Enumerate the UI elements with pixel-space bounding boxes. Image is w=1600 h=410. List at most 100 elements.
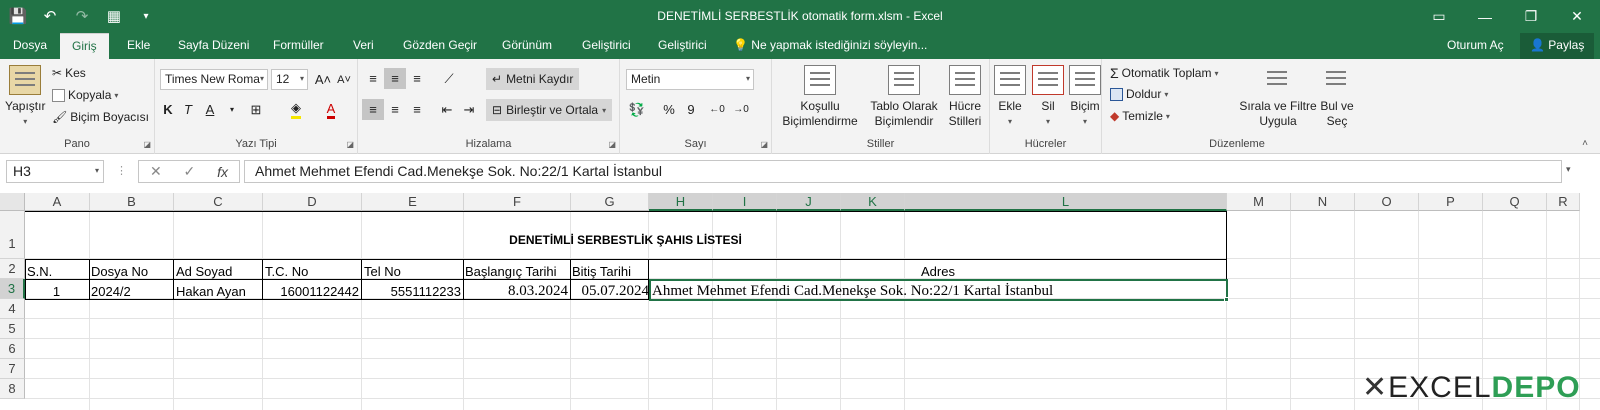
decrease-decimal-button[interactable]: →0: [730, 99, 752, 120]
number-format-select[interactable]: Metin ▾: [626, 69, 754, 90]
row-header-3[interactable]: 3: [0, 279, 25, 299]
row-header-7[interactable]: 7: [0, 359, 25, 379]
fill-color-button[interactable]: ◈: [285, 99, 307, 120]
cell-styles-button[interactable]: Hücre Stilleri: [942, 65, 988, 129]
align-middle-button[interactable]: ≡: [384, 68, 406, 89]
tab-home[interactable]: Giriş: [60, 33, 109, 59]
column-header-g[interactable]: G: [571, 193, 649, 211]
share-button[interactable]: 👤 Paylaş: [1520, 33, 1595, 59]
tab-formulas[interactable]: Formüller: [273, 38, 324, 52]
column-header-l[interactable]: L: [905, 193, 1227, 211]
column-header-r[interactable]: R: [1547, 193, 1580, 211]
font-color-button[interactable]: A: [320, 99, 342, 120]
formula-input[interactable]: Ahmet Mehmet Efendi Cad.Menekşe Sok. No:…: [244, 160, 1562, 183]
copy-button[interactable]: Kopyala ▾: [52, 88, 118, 102]
name-box[interactable]: H3 ▾: [6, 160, 104, 183]
merge-center-button[interactable]: ⊟ Birleştir ve Ortala ▾: [486, 99, 613, 121]
column-header-n[interactable]: N: [1291, 193, 1355, 211]
cancel-icon[interactable]: ✕: [150, 163, 162, 180]
column-header-p[interactable]: P: [1419, 193, 1483, 211]
dialog-launcher-icon[interactable]: ◪: [760, 140, 768, 149]
sign-in-link[interactable]: Oturum Aç: [1447, 38, 1504, 52]
column-header-k[interactable]: K: [841, 193, 905, 211]
font-name-select[interactable]: Times New Roma ▾: [160, 69, 268, 90]
find-select-button[interactable]: Bul ve Seç: [1314, 65, 1360, 129]
increase-indent-button[interactable]: ⇥: [458, 99, 480, 120]
row-header-4[interactable]: 4: [0, 299, 25, 319]
column-header-q[interactable]: Q: [1483, 193, 1547, 211]
select-all-corner[interactable]: [0, 193, 25, 211]
underline-button[interactable]: A: [199, 99, 221, 120]
tab-page-layout[interactable]: Sayfa Düzeni: [178, 38, 249, 52]
column-header-m[interactable]: M: [1227, 193, 1291, 211]
expand-formula-bar-icon[interactable]: ▾: [1566, 164, 1571, 175]
insert-function-icon[interactable]: fx: [217, 164, 228, 180]
row-header-8[interactable]: 8: [0, 379, 25, 399]
italic-button[interactable]: T: [177, 99, 199, 120]
format-cells-button[interactable]: Biçim ▾: [1068, 65, 1102, 129]
column-header-d[interactable]: D: [263, 193, 362, 211]
borders-button[interactable]: ⊞: [245, 99, 267, 120]
sort-filter-button[interactable]: Sırala ve Filtre Uygula: [1238, 65, 1318, 129]
align-left-button[interactable]: ≡: [362, 99, 384, 120]
orientation-button[interactable]: ⟋: [438, 68, 460, 89]
close-icon[interactable]: ✕: [1554, 0, 1600, 33]
row-header-6[interactable]: 6: [0, 339, 25, 359]
delete-cells-button[interactable]: Sil ▾: [1030, 65, 1066, 129]
selected-cell-h3[interactable]: [649, 279, 1228, 301]
restore-icon[interactable]: ❐: [1508, 0, 1554, 33]
column-header-h[interactable]: H: [649, 193, 713, 211]
align-bottom-button[interactable]: ≡: [406, 68, 428, 89]
align-right-button[interactable]: ≡: [406, 99, 428, 120]
tab-developer-2[interactable]: Geliştirici: [658, 38, 707, 52]
sheet-title[interactable]: DENETİMLİ SERBESTLİK ŞAHIS LİSTESİ: [25, 231, 1226, 250]
cut-button[interactable]: ✂ Kes: [52, 66, 86, 80]
row-header-5[interactable]: 5: [0, 319, 25, 339]
fill-button[interactable]: Doldur ▾: [1110, 87, 1168, 101]
column-header-f[interactable]: F: [464, 193, 571, 211]
bold-button[interactable]: K: [157, 99, 179, 120]
decrease-indent-button[interactable]: ⇤: [436, 99, 458, 120]
tab-review[interactable]: Gözden Geçir: [403, 38, 477, 52]
dialog-launcher-icon[interactable]: ◪: [346, 140, 354, 149]
format-painter-button[interactable]: 🖌 Biçim Boyacısı: [52, 110, 149, 124]
ribbon-display-icon[interactable]: ▭: [1416, 0, 1462, 33]
enter-icon[interactable]: ✓: [184, 163, 196, 180]
column-header-b[interactable]: B: [90, 193, 174, 211]
autosum-button[interactable]: Σ Otomatik Toplam ▾: [1110, 65, 1218, 81]
column-header-a[interactable]: A: [25, 193, 90, 211]
comma-style-button[interactable]: 9: [680, 99, 702, 120]
row-header-2[interactable]: 2: [0, 259, 25, 279]
column-header-i[interactable]: I: [713, 193, 777, 211]
increase-font-button[interactable]: A˄: [312, 69, 334, 90]
align-center-button[interactable]: ≡: [384, 99, 406, 120]
fill-handle[interactable]: [1224, 297, 1229, 302]
clear-button[interactable]: ◆ Temizle ▾: [1110, 109, 1170, 123]
tab-file[interactable]: Dosya: [13, 38, 47, 52]
align-top-button[interactable]: ≡: [362, 68, 384, 89]
collapse-ribbon-icon[interactable]: ˄: [1582, 138, 1588, 149]
tab-insert[interactable]: Ekle: [127, 38, 150, 52]
column-header-e[interactable]: E: [362, 193, 464, 211]
conditional-formatting-button[interactable]: Koşullu Biçimlendirme: [778, 65, 862, 129]
tell-me-search[interactable]: 💡 Ne yapmak istediğinizi söyleyin...: [733, 38, 927, 52]
dialog-launcher-icon[interactable]: ◪: [143, 140, 151, 149]
decrease-font-button[interactable]: A˅: [333, 69, 355, 90]
worksheet-grid[interactable]: ABCDEFGHIJKLMNOPQR 12345678 DENETİMLİ SE…: [0, 193, 1600, 410]
wrap-text-button[interactable]: ↵ Metni Kaydır: [486, 68, 580, 90]
paste-button[interactable]: Yapıştır ▾: [5, 65, 45, 129]
minimize-icon[interactable]: —: [1462, 0, 1508, 33]
accounting-format-button[interactable]: 💱: [626, 99, 648, 120]
tab-view[interactable]: Görünüm: [502, 38, 552, 52]
increase-decimal-button[interactable]: ←0: [706, 99, 728, 120]
insert-cells-button[interactable]: Ekle ▾: [992, 65, 1028, 129]
tab-developer[interactable]: Geliştirici: [582, 38, 631, 52]
tab-data[interactable]: Veri: [353, 38, 374, 52]
column-header-o[interactable]: O: [1355, 193, 1419, 211]
column-header-c[interactable]: C: [174, 193, 263, 211]
row-header-1[interactable]: 1: [0, 211, 25, 259]
column-header-j[interactable]: J: [777, 193, 841, 211]
font-size-select[interactable]: 12 ▾: [271, 69, 308, 90]
dialog-launcher-icon[interactable]: ◪: [608, 140, 616, 149]
format-as-table-button[interactable]: Tablo Olarak Biçimlendir: [864, 65, 944, 129]
